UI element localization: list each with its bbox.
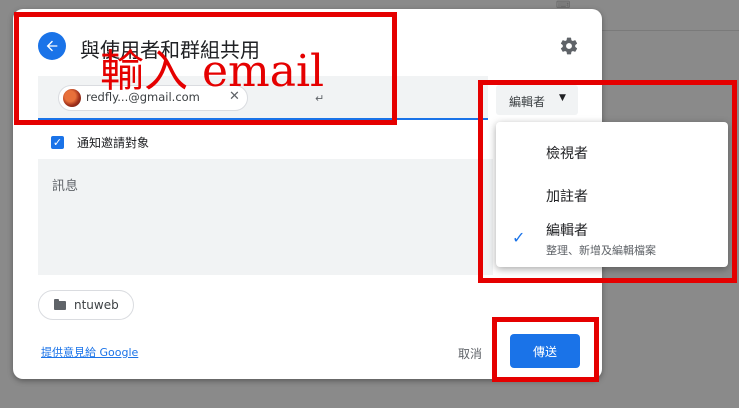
cancel-button[interactable]: 取消 <box>458 345 482 362</box>
background-divider <box>600 30 739 31</box>
annotation-text: 輸入 email <box>100 46 325 97</box>
folder-chip[interactable]: ntuweb <box>38 290 134 320</box>
feedback-link[interactable]: 提供意見給 Google <box>41 344 138 360</box>
background-icon: ⌨ <box>556 0 571 11</box>
check-icon: ✓ <box>52 136 63 149</box>
notify-checkbox[interactable]: ✓ <box>51 136 64 149</box>
message-placeholder: 訊息 <box>52 179 79 194</box>
folder-icon <box>54 299 66 310</box>
notify-label: 通知邀請對象 <box>77 136 150 150</box>
gear-icon[interactable] <box>559 36 579 56</box>
annotation-box-role-menu <box>478 80 737 283</box>
annotation-box-send <box>492 317 599 382</box>
message-input[interactable]: 訊息 <box>38 159 493 275</box>
folder-name: ntuweb <box>74 298 119 312</box>
